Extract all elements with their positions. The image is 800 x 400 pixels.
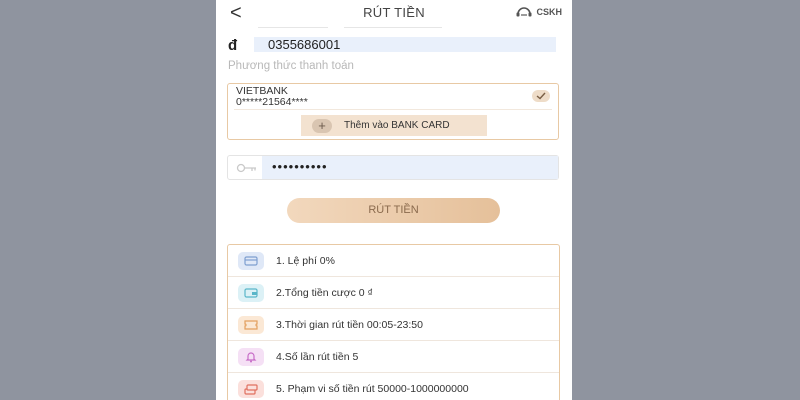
support-label: CSKH [536,7,562,17]
support-button[interactable]: CSKH [515,6,562,18]
info-item-label: 1. Lệ phí 0% [276,254,335,267]
plus-icon: + [312,118,332,133]
bank-account-number: 0*****21564**** [236,96,308,108]
info-item-total-bet: 2.Tổng tiền cược 0 ₫ [228,277,559,309]
password-row: •••••••••• [227,155,559,180]
withdraw-screen: < RÚT TIỀN CSKH đ 0355686001 Phương thức… [216,0,572,400]
wallet-icon [238,283,264,302]
money-stack-icon [238,379,264,398]
info-item-label: 4.Số lần rút tiền 5 [276,350,359,363]
withdraw-info-list: 1. Lệ phí 0% 2.Tổng tiền cược 0 ₫ 3.Thời… [227,244,560,400]
account-number-field[interactable]: 0355686001 [254,37,556,52]
bank-card-box[interactable]: VIETBANK 0*****21564**** + Thêm vào BANK… [227,83,559,140]
info-item-label: 3.Thời gian rút tiền 00:05-23:50 [276,318,423,331]
info-item-count: 4.Số lần rút tiền 5 [228,341,559,373]
account-row: đ 0355686001 [228,37,556,54]
add-bank-card-label: Thêm vào BANK CARD [344,120,450,131]
card-icon [238,251,264,270]
check-icon[interactable] [532,90,550,102]
info-item-label: 5. Phạm vi số tiền rút 50000-1000000000 [276,382,469,395]
info-item-range: 5. Phạm vi số tiền rút 50000-1000000000 [228,373,559,400]
bell-icon [238,347,264,366]
bank-divider [234,109,552,110]
header-divider-left [258,27,328,28]
password-input[interactable]: •••••••••• [262,156,558,179]
info-item-time: 3.Thời gian rút tiền 00:05-23:50 [228,309,559,341]
withdraw-submit-button[interactable]: RÚT TIỀN [287,198,500,223]
currency-symbol: đ [228,37,238,54]
key-icon [236,163,256,173]
add-bank-card-button[interactable]: + Thêm vào BANK CARD [301,115,487,136]
payment-method-label: Phương thức thanh toán [228,60,354,72]
headset-icon [516,7,532,17]
ticket-icon [238,315,264,334]
info-item-label: 2.Tổng tiền cược 0 ₫ [276,286,373,299]
info-item-fee: 1. Lệ phí 0% [228,245,559,277]
header-divider-right [344,27,442,28]
